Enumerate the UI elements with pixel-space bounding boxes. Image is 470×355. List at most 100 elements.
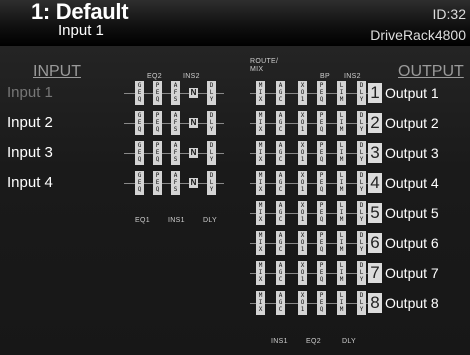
output-block-dly[interactable]: DLY: [357, 111, 366, 135]
output-number-badge: 7: [368, 263, 382, 283]
output-block-lim[interactable]: LIM: [337, 171, 346, 195]
signal-wire: [250, 93, 370, 94]
input-block-peq[interactable]: PEQ: [153, 171, 162, 195]
input-block-geq[interactable]: GEQ: [135, 81, 144, 105]
section-label-ins1: INS1: [168, 217, 185, 224]
section-label-out-ins2: INS2: [344, 73, 361, 80]
output-block-peq[interactable]: PEQ: [317, 291, 326, 315]
input-block-peq[interactable]: PEQ: [153, 111, 162, 135]
output-label[interactable]: Output 4: [385, 175, 439, 191]
section-label-bp: BP: [320, 73, 330, 80]
output-block-xo1[interactable]: XO1: [298, 171, 307, 195]
output-block-lim[interactable]: LIM: [337, 231, 346, 255]
output-number-badge: 5: [368, 203, 382, 223]
section-label-dly: DLY: [203, 217, 217, 224]
signal-wire: [250, 213, 370, 214]
output-label[interactable]: Output 7: [385, 265, 439, 281]
signal-wire: [250, 273, 370, 274]
section-label-out-eq2: EQ2: [306, 338, 321, 345]
input-column-heading: INPUT: [33, 63, 81, 80]
output-block-peq[interactable]: PEQ: [317, 231, 326, 255]
output-block-xo1[interactable]: XO1: [298, 261, 307, 285]
signal-wire: [250, 153, 370, 154]
output-block-dly[interactable]: DLY: [357, 231, 366, 255]
input-block-dly[interactable]: DLY: [207, 111, 216, 135]
input-block-geq[interactable]: GEQ: [135, 141, 144, 165]
output-block-peq[interactable]: PEQ: [317, 81, 326, 105]
output-block-peq[interactable]: PEQ: [317, 171, 326, 195]
output-block-lim[interactable]: LIM: [337, 261, 346, 285]
output-block-xo1[interactable]: XO1: [298, 291, 307, 315]
output-block-xo1[interactable]: XO1: [298, 81, 307, 105]
output-block-dly[interactable]: DLY: [357, 201, 366, 225]
output-block-dly[interactable]: DLY: [357, 171, 366, 195]
output-block-agc[interactable]: AGC: [276, 171, 285, 195]
input-block-geq[interactable]: GEQ: [135, 171, 144, 195]
output-block-agc[interactable]: AGC: [276, 291, 285, 315]
input-block-peq[interactable]: PEQ: [153, 81, 162, 105]
input-block-geq[interactable]: GEQ: [135, 111, 144, 135]
input-label[interactable]: Input 1: [7, 84, 53, 101]
output-block-dly[interactable]: DLY: [357, 141, 366, 165]
input-block-n[interactable]: N: [189, 118, 198, 128]
input-block-n[interactable]: N: [189, 178, 198, 188]
output-block-agc[interactable]: AGC: [276, 231, 285, 255]
output-block-lim[interactable]: LIM: [337, 111, 346, 135]
output-block-mix[interactable]: MIX: [256, 201, 265, 225]
output-label[interactable]: Output 3: [385, 145, 439, 161]
output-label[interactable]: Output 5: [385, 205, 439, 221]
device-id: ID:32: [432, 6, 466, 22]
output-block-mix[interactable]: MIX: [256, 81, 265, 105]
output-label[interactable]: Output 1: [385, 85, 439, 101]
input-block-afs[interactable]: AFS: [171, 81, 180, 105]
output-block-peq[interactable]: PEQ: [317, 261, 326, 285]
output-block-dly[interactable]: DLY: [357, 261, 366, 285]
input-block-n[interactable]: N: [189, 88, 198, 98]
input-block-afs[interactable]: AFS: [171, 141, 180, 165]
output-block-mix[interactable]: MIX: [256, 171, 265, 195]
output-block-xo1[interactable]: XO1: [298, 231, 307, 255]
output-block-agc[interactable]: AGC: [276, 201, 285, 225]
input-block-n[interactable]: N: [189, 148, 198, 158]
output-block-mix[interactable]: MIX: [256, 111, 265, 135]
output-block-agc[interactable]: AGC: [276, 81, 285, 105]
output-block-peq[interactable]: PEQ: [317, 201, 326, 225]
input-block-afs[interactable]: AFS: [171, 111, 180, 135]
output-block-peq[interactable]: PEQ: [317, 141, 326, 165]
input-block-dly[interactable]: DLY: [207, 81, 216, 105]
output-block-xo1[interactable]: XO1: [298, 111, 307, 135]
output-number-badge: 8: [368, 293, 382, 313]
output-block-peq[interactable]: PEQ: [317, 111, 326, 135]
output-block-xo1[interactable]: XO1: [298, 141, 307, 165]
output-block-mix[interactable]: MIX: [256, 141, 265, 165]
output-block-agc[interactable]: AGC: [276, 111, 285, 135]
output-block-lim[interactable]: LIM: [337, 81, 346, 105]
output-label[interactable]: Output 2: [385, 115, 439, 131]
input-label[interactable]: Input 2: [7, 114, 53, 131]
output-block-mix[interactable]: MIX: [256, 261, 265, 285]
output-block-agc[interactable]: AGC: [276, 141, 285, 165]
signal-wire: [250, 123, 370, 124]
output-block-mix[interactable]: MIX: [256, 231, 265, 255]
input-block-dly[interactable]: DLY: [207, 171, 216, 195]
input-label[interactable]: Input 3: [7, 144, 53, 161]
input-label[interactable]: Input 4: [7, 174, 53, 191]
input-block-dly[interactable]: DLY: [207, 141, 216, 165]
output-block-lim[interactable]: LIM: [337, 291, 346, 315]
output-block-xo1[interactable]: XO1: [298, 201, 307, 225]
output-label[interactable]: Output 8: [385, 295, 439, 311]
output-number-badge: 4: [368, 173, 382, 193]
output-block-mix[interactable]: MIX: [256, 291, 265, 315]
output-block-lim[interactable]: LIM: [337, 201, 346, 225]
input-block-afs[interactable]: AFS: [171, 171, 180, 195]
input-block-peq[interactable]: PEQ: [153, 141, 162, 165]
section-label-eq2: EQ2: [147, 73, 162, 80]
device-name: DriveRack4800: [370, 27, 466, 43]
output-block-lim[interactable]: LIM: [337, 141, 346, 165]
output-label[interactable]: Output 6: [385, 235, 439, 251]
output-block-dly[interactable]: DLY: [357, 81, 366, 105]
output-block-dly[interactable]: DLY: [357, 291, 366, 315]
output-number-badge: 2: [368, 113, 382, 133]
output-block-agc[interactable]: AGC: [276, 261, 285, 285]
selected-channel: Input 1: [58, 22, 104, 39]
